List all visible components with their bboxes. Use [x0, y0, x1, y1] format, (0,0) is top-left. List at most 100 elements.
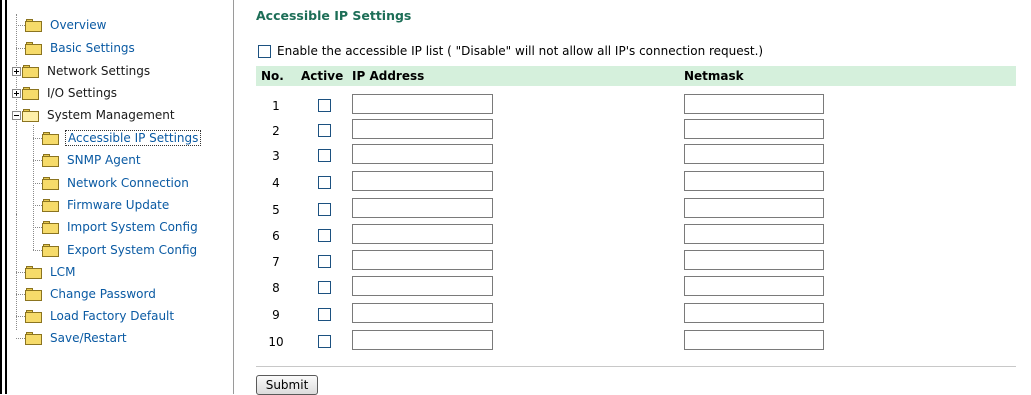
tree-connector: [33, 227, 42, 228]
row-number: 9: [272, 308, 280, 322]
active-checkbox[interactable]: [318, 229, 331, 242]
enable-accessible-ip-row: Enable the accessible IP list ( "Disable…: [258, 44, 763, 58]
table-row: 2: [256, 119, 1016, 142]
folder-icon: [22, 64, 39, 78]
sidebar-item-snmp-agent[interactable]: SNMP Agent: [42, 149, 143, 171]
folder-icon: [42, 153, 59, 167]
sidebar-item-label: Export System Config: [67, 243, 198, 257]
submit-button[interactable]: Submit: [256, 375, 318, 395]
sidebar-item-io-settings[interactable]: I/O Settings: [12, 82, 119, 104]
table-row: 1: [256, 94, 1016, 117]
netmask-input[interactable]: [684, 224, 824, 244]
sidebar-item-load-factory-default[interactable]: Load Factory Default: [25, 305, 176, 327]
tree-connector: [16, 48, 25, 49]
ip-address-input[interactable]: [352, 276, 493, 296]
active-checkbox[interactable]: [318, 99, 331, 112]
active-checkbox[interactable]: [318, 149, 331, 162]
expand-plus-icon[interactable]: [12, 66, 21, 76]
sidebar-item-network-settings[interactable]: Network Settings: [12, 60, 152, 82]
table-row: 8: [256, 276, 1016, 299]
netmask-input[interactable]: [684, 303, 824, 323]
sidebar-item-import-system-config[interactable]: Import System Config: [42, 216, 200, 238]
row-number: 3: [272, 149, 280, 163]
folder-icon: [42, 198, 59, 212]
sidebar-item-overview[interactable]: Overview: [25, 14, 109, 36]
ip-address-input[interactable]: [352, 330, 493, 350]
enable-accessible-ip-label: Enable the accessible IP list ( "Disable…: [277, 44, 764, 58]
row-number: 10: [268, 335, 284, 349]
active-checkbox[interactable]: [318, 335, 331, 348]
sidebar-item-label: Change Password: [50, 287, 156, 301]
column-header-ip-address: IP Address: [352, 69, 425, 83]
active-checkbox[interactable]: [318, 203, 331, 216]
folder-icon: [42, 176, 59, 190]
active-checkbox[interactable]: [318, 281, 331, 294]
table-header: No. Active IP Address Netmask: [256, 66, 1016, 86]
tree-connector: [16, 25, 25, 26]
tree-connector: [33, 125, 34, 250]
tree-connector: [16, 272, 25, 273]
table-row: 9: [256, 303, 1016, 326]
window-frame-inner: [5, 0, 7, 394]
netmask-input[interactable]: [684, 198, 824, 218]
netmask-input[interactable]: [684, 171, 824, 191]
sidebar-item-change-password[interactable]: Change Password: [25, 283, 158, 305]
row-number: 6: [272, 229, 280, 243]
netmask-input[interactable]: [684, 276, 824, 296]
active-checkbox[interactable]: [318, 124, 331, 137]
netmask-input[interactable]: [684, 94, 824, 114]
table-row: 5: [256, 198, 1016, 221]
row-number: 2: [272, 124, 280, 138]
netmask-input[interactable]: [684, 119, 824, 139]
frame-divider[interactable]: [233, 0, 234, 394]
ip-address-input[interactable]: [352, 198, 493, 218]
netmask-input[interactable]: [684, 250, 824, 270]
divider: [256, 366, 1016, 367]
sidebar-item-label: Save/Restart: [50, 331, 127, 345]
ip-address-input[interactable]: [352, 119, 493, 139]
sidebar-item-basic-settings[interactable]: Basic Settings: [25, 37, 137, 59]
sidebar-item-system-management[interactable]: System Management: [12, 104, 177, 126]
active-checkbox[interactable]: [318, 176, 331, 189]
tree-connector: [33, 250, 42, 251]
folder-icon: [25, 18, 42, 32]
table-row: 4: [256, 171, 1016, 194]
sidebar-item-label: System Management: [47, 108, 175, 122]
sidebar-item-label: Network Settings: [47, 64, 151, 78]
column-header-no: No.: [261, 69, 284, 83]
tree-connector: [33, 205, 42, 206]
ip-address-input[interactable]: [352, 144, 493, 164]
folder-icon: [25, 331, 42, 345]
folder-icon: [25, 41, 42, 55]
ip-address-input[interactable]: [352, 250, 493, 270]
table-row: 3: [256, 144, 1016, 167]
tree-connector: [16, 338, 25, 339]
enable-accessible-ip-checkbox[interactable]: [258, 44, 271, 58]
sidebar-item-export-system-config[interactable]: Export System Config: [42, 239, 199, 261]
folder-icon: [42, 243, 59, 257]
active-checkbox[interactable]: [318, 255, 331, 268]
row-number: 1: [272, 99, 280, 113]
active-checkbox[interactable]: [318, 308, 331, 321]
expand-plus-icon[interactable]: [12, 88, 21, 98]
sidebar-item-label: Network Connection: [67, 176, 189, 190]
netmask-input[interactable]: [684, 144, 824, 164]
ip-address-input[interactable]: [352, 171, 493, 191]
sidebar-item-lcm[interactable]: LCM: [25, 261, 77, 283]
netmask-input[interactable]: [684, 330, 824, 350]
sidebar-item-save-restart[interactable]: Save/Restart: [25, 327, 129, 349]
folder-icon: [42, 220, 59, 234]
sidebar-item-label: Import System Config: [67, 220, 198, 234]
folder-icon: [22, 86, 39, 100]
ip-address-input[interactable]: [352, 224, 493, 244]
folder-icon: [25, 265, 42, 279]
sidebar-nav-tree: Overview Basic Settings Network Settings…: [9, 0, 231, 394]
column-header-netmask: Netmask: [684, 69, 744, 83]
ip-address-input[interactable]: [352, 94, 493, 114]
collapse-minus-icon[interactable]: [12, 110, 21, 120]
sidebar-item-accessible-ip-settings[interactable]: Accessible IP Settings: [42, 127, 202, 149]
sidebar-item-network-connection[interactable]: Network Connection: [42, 172, 191, 194]
row-number: 7: [272, 255, 280, 269]
sidebar-item-firmware-update[interactable]: Firmware Update: [42, 194, 171, 216]
ip-address-input[interactable]: [352, 303, 493, 323]
